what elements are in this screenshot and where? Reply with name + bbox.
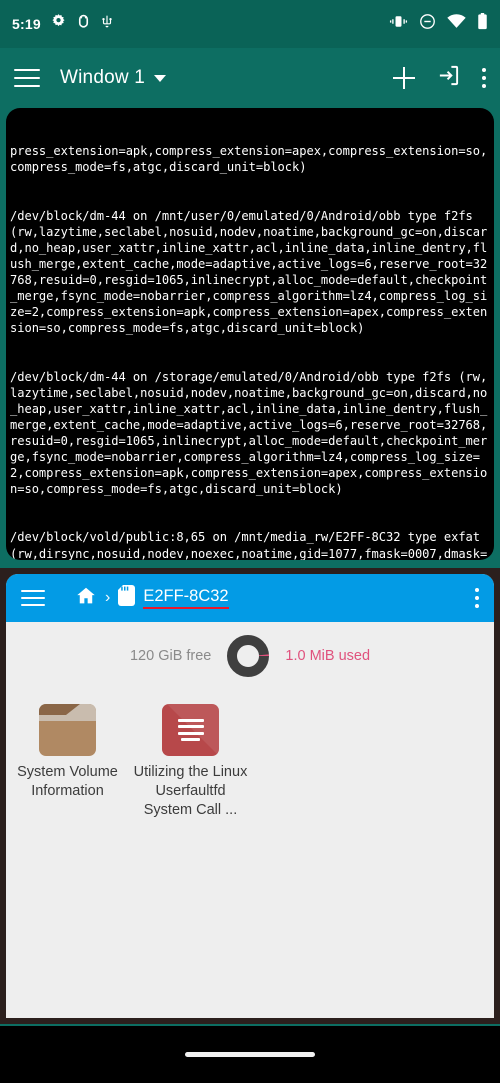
- file-manager-window: › E2FF-8C32 120 GiB free 1.0 MiB used Sy…: [0, 574, 500, 1024]
- breadcrumb: › E2FF-8C32: [75, 585, 229, 612]
- status-bar-right: [389, 13, 488, 35]
- file-manager-content: › E2FF-8C32 120 GiB free 1.0 MiB used Sy…: [6, 574, 494, 1018]
- plus-icon[interactable]: [393, 67, 415, 89]
- terminal-output-area[interactable]: press_extension=apk,compress_extension=a…: [6, 108, 494, 560]
- terminal-actions: [393, 64, 486, 92]
- terminal-text: press_extension=apk,compress_extension=a…: [8, 110, 492, 560]
- chevron-down-icon: [154, 74, 167, 82]
- sd-card-icon: [118, 585, 136, 611]
- list-item-label: Utilizing the Linux Userfaultfd System C…: [133, 764, 248, 818]
- file-grid: System Volume Information Utilizing the …: [6, 690, 494, 1018]
- terminal-window: Window 1 press_extension=apk,compress_ex…: [0, 48, 500, 568]
- terminal-app-bar: Window 1: [0, 48, 500, 108]
- menu-icon[interactable]: [21, 590, 45, 606]
- wifi-icon: [447, 14, 466, 34]
- terminal-line: /dev/block/dm-44 on /mnt/user/0/emulated…: [10, 208, 488, 336]
- terminal-line: /dev/block/vold/public:8,65 on /mnt/medi…: [10, 530, 488, 560]
- navigation-bar: [0, 1026, 500, 1083]
- gesture-pill[interactable]: [185, 1052, 315, 1057]
- gear-icon: [50, 13, 67, 35]
- chevron-right-icon: ›: [105, 589, 111, 606]
- status-bar: 5:19: [0, 0, 500, 48]
- battery-icon: [477, 13, 488, 35]
- storage-free-label: 120 GiB free: [129, 648, 212, 664]
- vibrate-icon: [389, 14, 408, 34]
- list-item-label: System Volume Information: [17, 764, 118, 799]
- android-debug-icon: [76, 13, 91, 35]
- storage-summary: 120 GiB free 1.0 MiB used: [6, 622, 494, 690]
- do-not-disturb-icon: [419, 13, 436, 35]
- storage-used-label: 1.0 MiB used: [285, 648, 371, 664]
- breadcrumb-current-path[interactable]: E2FF-8C32: [143, 587, 229, 609]
- phone-screen: 5:19 Window 1 press_extension=apk,compre…: [0, 0, 500, 1083]
- more-vert-icon[interactable]: [475, 588, 479, 608]
- terminal-line: /dev/block/dm-44 on /storage/emulated/0/…: [10, 369, 488, 497]
- list-item[interactable]: Utilizing the Linux Userfaultfd System C…: [129, 696, 252, 820]
- file-manager-app-bar: › E2FF-8C32: [6, 574, 494, 622]
- terminal-line: press_extension=apk,compress_extension=a…: [10, 144, 488, 175]
- home-icon[interactable]: [75, 585, 97, 612]
- status-bar-clock: 5:19: [12, 16, 41, 32]
- enter-box-icon[interactable]: [437, 64, 460, 92]
- window-title: Window 1: [60, 67, 146, 88]
- folder-icon: [39, 704, 96, 756]
- status-bar-left: 5:19: [12, 13, 114, 35]
- document-icon: [162, 704, 219, 756]
- list-item[interactable]: System Volume Information: [6, 696, 129, 820]
- more-vert-icon[interactable]: [482, 68, 486, 88]
- menu-icon[interactable]: [14, 69, 40, 87]
- window-selector[interactable]: Window 1: [40, 67, 167, 89]
- usb-icon: [100, 13, 114, 35]
- storage-donut-chart: [225, 633, 271, 679]
